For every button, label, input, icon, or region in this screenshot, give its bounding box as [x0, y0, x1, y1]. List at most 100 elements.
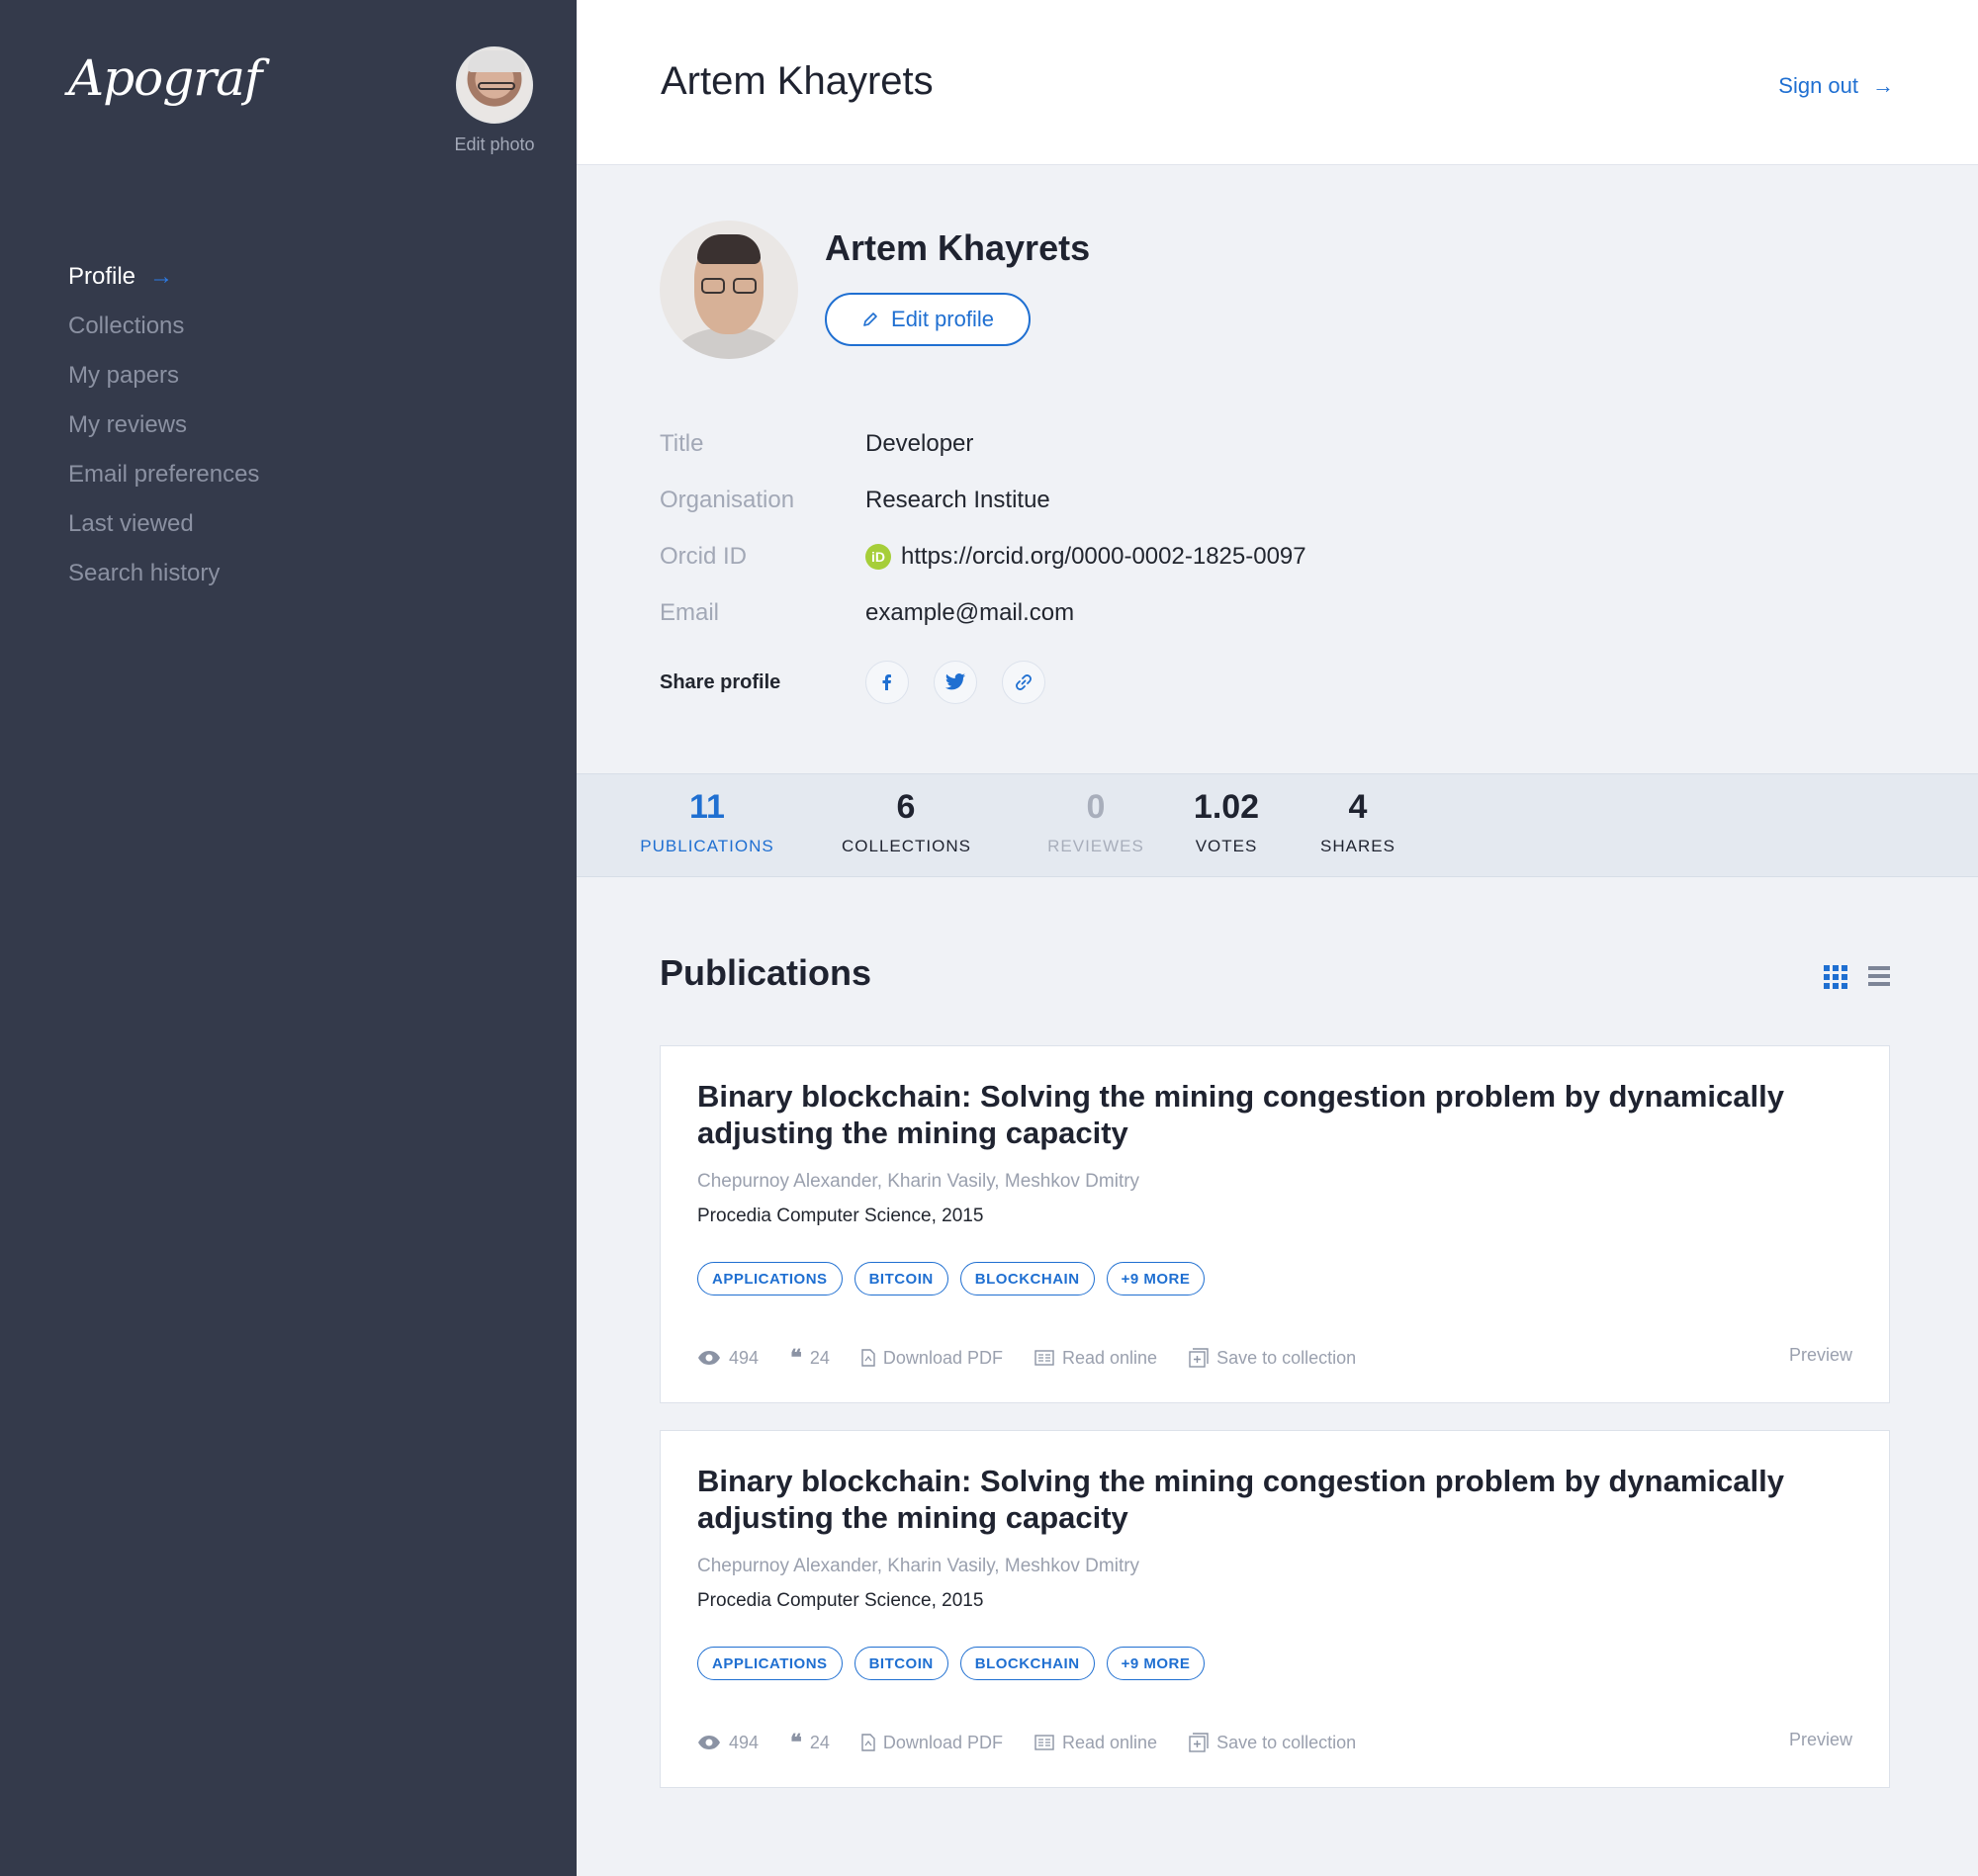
avatar-glasses: [478, 82, 515, 90]
grid-dot: [1824, 983, 1830, 989]
publication-journal: Procedia Computer Science, 2015: [697, 1590, 984, 1611]
page-header: Artem Khayrets Sign out →: [577, 0, 1978, 165]
stat-value: 0: [1086, 788, 1106, 826]
profile-section: Artem Khayrets Edit profile Title Develo…: [577, 166, 1978, 773]
share-twitter-button[interactable]: [934, 661, 977, 704]
stat-value: 1.02: [1193, 788, 1260, 826]
sign-out-button[interactable]: Sign out →: [1778, 73, 1894, 99]
pencil-icon: [863, 313, 877, 326]
views-value: 494: [729, 1732, 760, 1752]
field-value: Developer: [865, 429, 974, 457]
sign-out-label: Sign out: [1778, 73, 1858, 98]
tag[interactable]: BITCOIN: [854, 1647, 948, 1680]
preview-button[interactable]: Preview: [1789, 1345, 1852, 1366]
orcid-icon: iD: [865, 543, 891, 570]
field-value: Research Institue: [865, 486, 1050, 513]
edit-profile-button[interactable]: Edit profile: [825, 293, 1031, 346]
grid-view-icon[interactable]: [1824, 965, 1847, 989]
stat-value: 6: [896, 788, 916, 826]
publication-title[interactable]: Binary blockchain: Solving the mining co…: [697, 1463, 1835, 1536]
grid-dot: [1833, 965, 1839, 971]
publication-authors: Chepurnoy Alexander, Kharin Vasily, Mesh…: [697, 1556, 1140, 1576]
save-to-collection-label: Save to collection: [1216, 1347, 1357, 1368]
citations-value: 24: [809, 1732, 830, 1752]
sidebar: Apograf Edit photo Profile → Collections…: [0, 0, 577, 1876]
sidebar-item-collections[interactable]: Collections: [68, 302, 259, 351]
stat-label: PUBLICATIONS: [640, 837, 774, 855]
field-email: Email example@mail.com: [660, 584, 1306, 641]
more-tags-button[interactable]: +9 MORE: [1106, 1262, 1206, 1295]
publication-title[interactable]: Binary blockchain: Solving the mining co…: [697, 1078, 1835, 1151]
grid-dot: [1824, 974, 1830, 980]
stat-publications[interactable]: 11 PUBLICATIONS: [638, 788, 776, 856]
facebook-icon: [882, 674, 891, 690]
read-online-button[interactable]: Read online: [1034, 1733, 1157, 1753]
citations-count: ❝ 24: [790, 1730, 830, 1755]
read-online-label: Read online: [1061, 1732, 1158, 1752]
tag-list: APPLICATIONS BITCOIN BLOCKCHAIN +9 MORE: [697, 1262, 1206, 1295]
views-value: 494: [729, 1347, 760, 1368]
sidebar-item-label: My papers: [68, 362, 180, 389]
views-count: 494: [697, 1348, 759, 1369]
profile-avatar: [660, 221, 798, 359]
copy-link-button[interactable]: [1002, 661, 1045, 704]
publications-heading: Publications: [660, 952, 872, 993]
field-title: Title Developer: [660, 415, 1306, 472]
more-tags-button[interactable]: +9 MORE: [1106, 1647, 1206, 1680]
field-label: Organisation: [660, 486, 795, 513]
sidebar-item-profile[interactable]: Profile →: [68, 252, 259, 302]
save-to-collection-button[interactable]: Save to collection: [1189, 1348, 1356, 1369]
field-value: example@mail.com: [865, 598, 1075, 626]
apograf-logo[interactable]: Apograf: [68, 49, 262, 107]
avatar[interactable]: [456, 46, 533, 124]
tag[interactable]: APPLICATIONS: [697, 1647, 843, 1680]
list-line: [1868, 966, 1890, 970]
tag[interactable]: BITCOIN: [854, 1262, 948, 1295]
quote-icon: ❝: [790, 1730, 802, 1754]
pdf-icon: [861, 1349, 875, 1367]
sidebar-item-my-papers[interactable]: My papers: [68, 351, 259, 401]
sidebar-item-my-reviews[interactable]: My reviews: [68, 401, 259, 450]
sidebar-nav: Profile → Collections My papers My revie…: [68, 252, 259, 598]
preview-button[interactable]: Preview: [1789, 1730, 1852, 1750]
eye-icon: [698, 1736, 720, 1749]
share-facebook-button[interactable]: [865, 661, 909, 704]
orcid-link[interactable]: iD https://orcid.org/0000-0002-1825-0097: [865, 543, 1306, 571]
list-line: [1868, 974, 1890, 978]
citations-value: 24: [809, 1347, 830, 1368]
sidebar-item-last-viewed[interactable]: Last viewed: [68, 499, 259, 549]
stat-reviews[interactable]: 0 REVIEWES: [1041, 788, 1150, 856]
avatar-lens-right: [733, 278, 757, 294]
tag[interactable]: BLOCKCHAIN: [959, 1647, 1095, 1680]
edit-photo-link[interactable]: Edit photo: [447, 134, 542, 155]
add-collection-icon: [1189, 1733, 1209, 1752]
stat-label: REVIEWES: [1047, 837, 1144, 855]
stat-label: SHARES: [1320, 837, 1395, 855]
edit-profile-label: Edit profile: [891, 307, 994, 331]
sidebar-item-search-history[interactable]: Search history: [68, 549, 259, 598]
publication-actions: 494 ❝ 24 Download PDF Read online Save t…: [697, 1730, 1388, 1755]
publication-actions: 494 ❝ 24 Download PDF Read online Save t…: [697, 1345, 1388, 1371]
quote-icon: ❝: [790, 1345, 802, 1370]
download-pdf-button[interactable]: Download PDF: [861, 1733, 1003, 1753]
stat-shares[interactable]: 4 SHARES: [1313, 788, 1402, 856]
publication-card: Binary blockchain: Solving the mining co…: [660, 1045, 1890, 1403]
list-view-icon[interactable]: [1868, 966, 1890, 986]
link-icon: [1016, 674, 1032, 690]
eye-icon: [698, 1351, 720, 1365]
twitter-icon: [944, 673, 966, 690]
tag[interactable]: BLOCKCHAIN: [959, 1262, 1095, 1295]
sidebar-item-email-preferences[interactable]: Email preferences: [68, 450, 259, 499]
publication-card: Binary blockchain: Solving the mining co…: [660, 1430, 1890, 1788]
stat-collections[interactable]: 6 COLLECTIONS: [842, 788, 970, 856]
save-to-collection-button[interactable]: Save to collection: [1189, 1733, 1356, 1753]
orcid-url: https://orcid.org/0000-0002-1825-0097: [901, 542, 1306, 570]
grid-dot: [1842, 974, 1847, 980]
field-label: Title: [660, 429, 704, 457]
stat-votes[interactable]: 1.02 VOTES: [1182, 788, 1271, 856]
tag[interactable]: APPLICATIONS: [697, 1262, 843, 1295]
read-online-button[interactable]: Read online: [1034, 1348, 1157, 1369]
share-profile-label: Share profile: [660, 670, 781, 693]
field-organisation: Organisation Research Institue: [660, 472, 1306, 528]
download-pdf-button[interactable]: Download PDF: [861, 1348, 1003, 1369]
